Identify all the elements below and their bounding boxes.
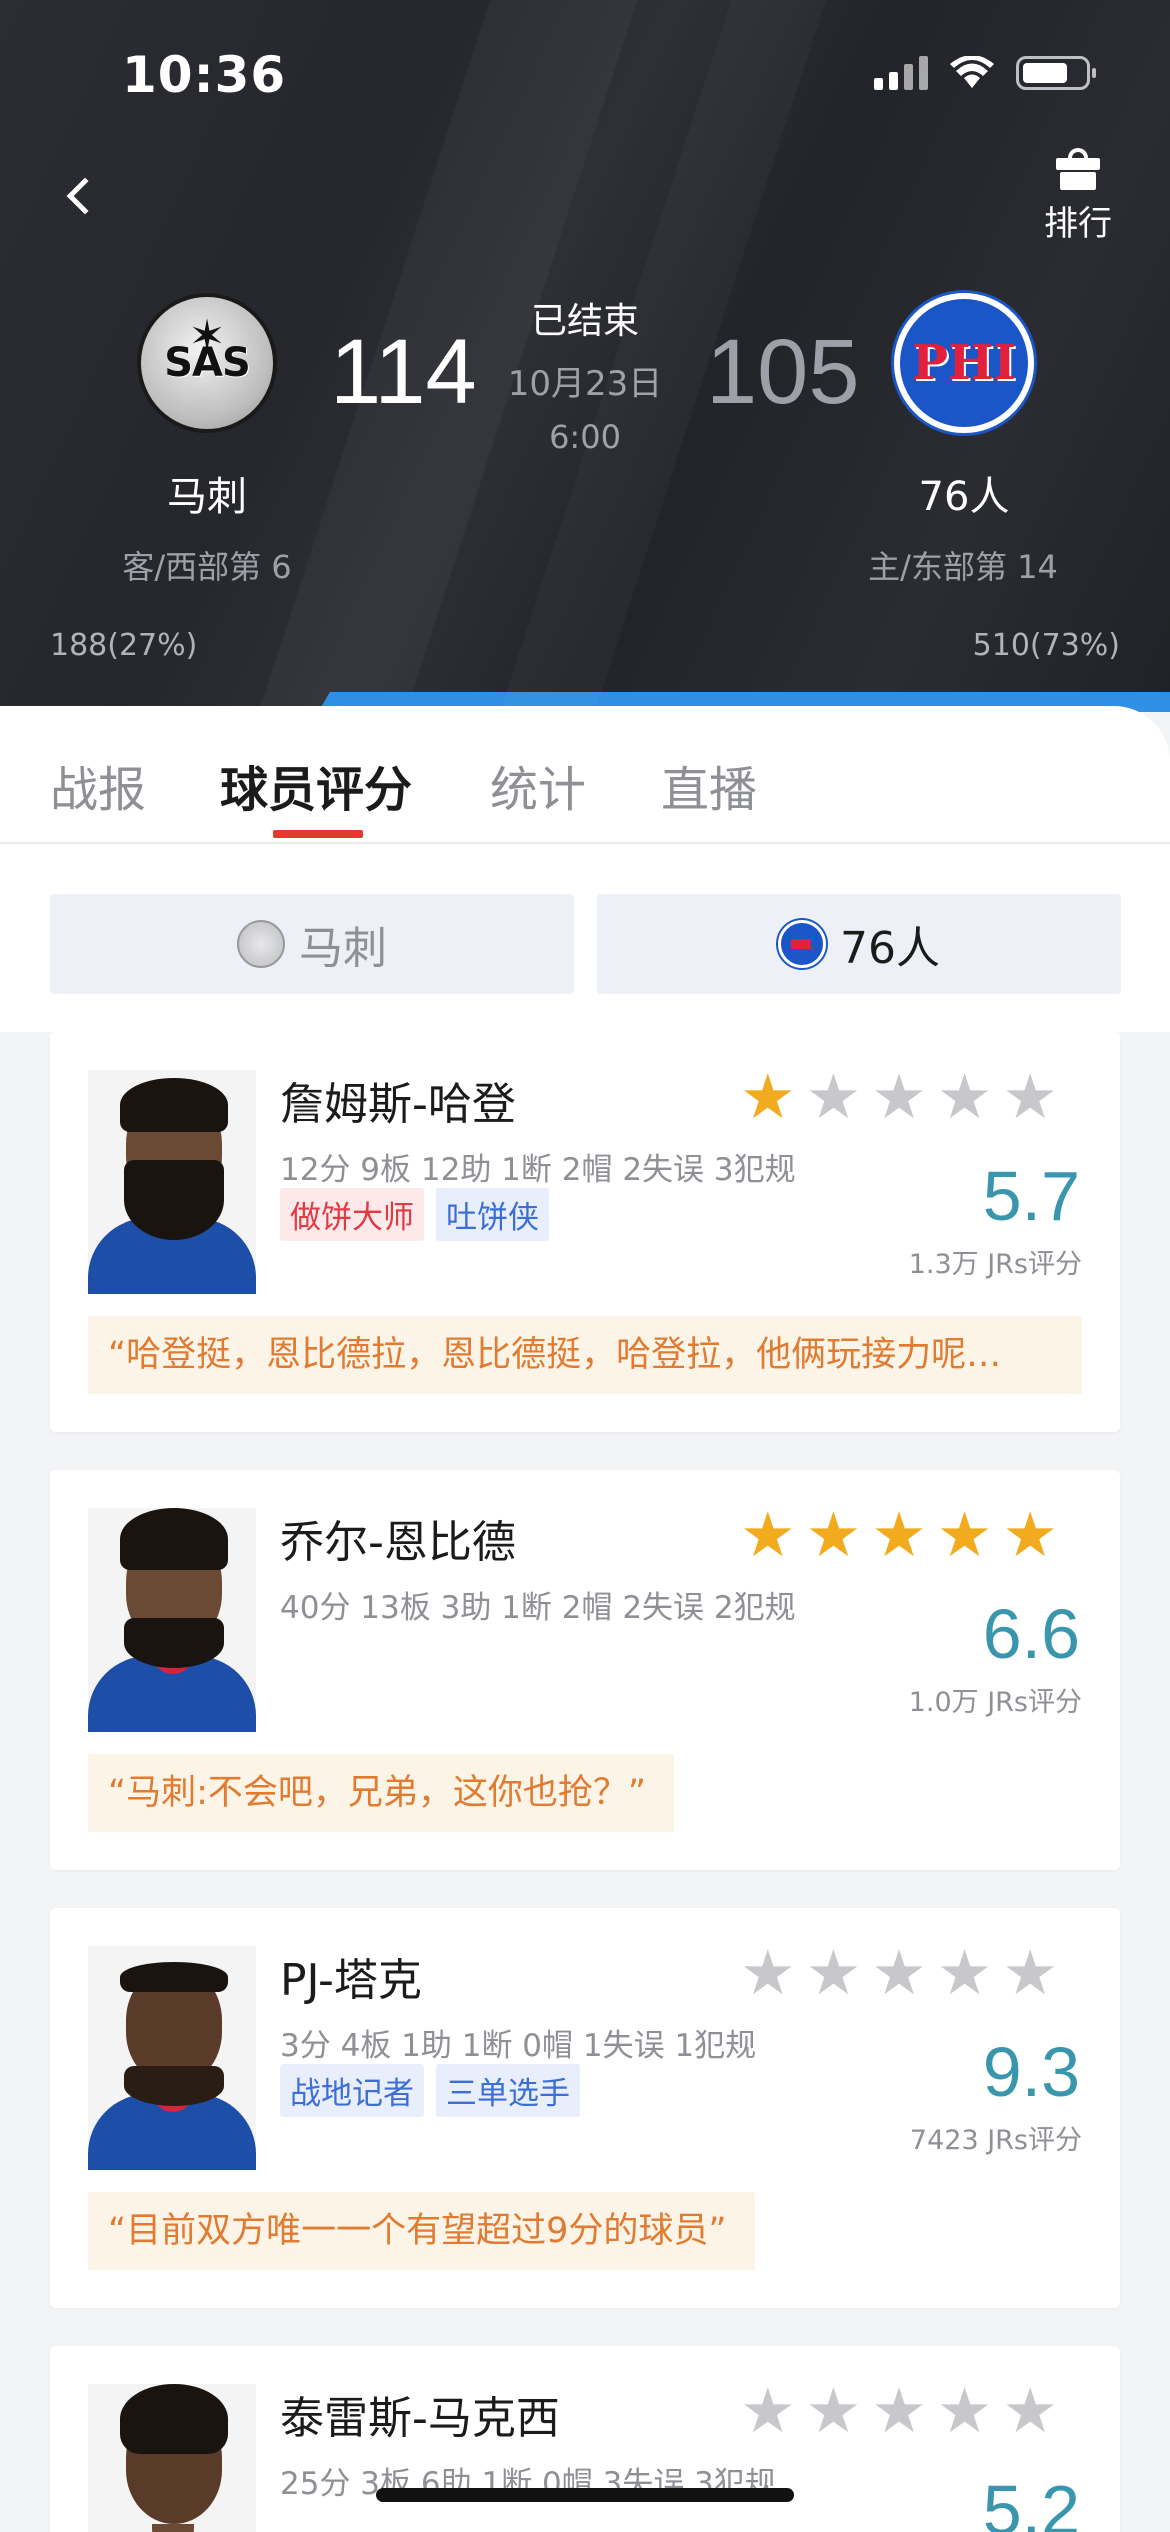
star-icon[interactable]: ★ [1002,1504,1058,1566]
player-tags: 做饼大师 吐饼侠 [280,1188,549,1241]
player-avatar [88,1070,256,1294]
player-card[interactable]: PJ-塔克 ★ ★ ★ ★ ★ 3分 4板 1助 1断 0帽 1失误 1犯规 战地记者 … [50,1908,1120,2308]
player-card[interactable]: 泰雷斯-马克西 ★ ★ ★ ★ ★ 25分 3板 6助 1断 0帽 3失误 3犯规 5.… [50,2346,1120,2532]
rating-count: 1.3万 JRs评分 [908,1249,1082,1280]
rank-button[interactable]: 排行 [1038,148,1118,245]
rating-count: 7423 JRs评分 [909,2125,1082,2156]
player-name: 詹姆斯-哈登 [280,1079,516,1130]
player-stats: 3分 4板 1助 1断 0帽 1失误 1犯规 [280,2028,757,2064]
player-rating: 6.6 [982,1595,1080,1673]
content-sheet: 战报 球员评分 统计 直播 马刺 76人 詹姆斯-哈登 ★ ★ ★ ★ ★ 12分 9板… [0,706,1170,2532]
spurs-logo[interactable]: ✶ SAS [137,293,277,433]
gift-icon [1056,148,1100,190]
star-icon[interactable]: ★ [871,1504,927,1566]
top-comment[interactable]: “目前双方唯一一个有望超过9分的球员” [88,2192,755,2270]
player-tag[interactable]: 三单选手 [436,2064,580,2117]
tab-live[interactable]: 直播 [661,750,757,820]
player-card[interactable]: 乔尔-恩比德 ★ ★ ★ ★ ★ 40分 13板 3助 1断 2帽 2失误 2犯规 6.… [50,1470,1120,1870]
game-time: 6:00 [549,418,621,456]
away-team-name: 76人 [918,474,1010,520]
player-tags: 战地记者 三单选手 [280,2064,580,2117]
away-team-rank: 主/东部第 14 [868,548,1058,586]
76ers-mini-logo [778,920,826,968]
star-icon[interactable]: ★ [871,1066,927,1128]
player-rating: 5.2 [982,2471,1080,2532]
home-vote: 188(27%) [50,628,198,663]
spurs-mini-logo [237,920,285,968]
star-icon[interactable]: ★ [937,1504,993,1566]
battery-icon [1016,56,1096,90]
player-tag[interactable]: 做饼大师 [280,1188,424,1241]
star-icon[interactable]: ★ [937,1066,993,1128]
player-tag[interactable]: 战地记者 [280,2064,424,2117]
rank-label: 排行 [1044,204,1112,244]
player-name: 泰雷斯-马克西 [280,2393,560,2444]
star-icon[interactable]: ★ [806,1066,862,1128]
rating-stars[interactable]: ★ ★ ★ ★ ★ [740,1504,1058,1566]
star-icon[interactable]: ★ [806,1942,862,2004]
game-date: 10月23日 [507,364,663,404]
star-icon[interactable]: ★ [740,1942,796,2004]
player-avatar [88,2384,256,2532]
chevron-left-icon [66,177,104,215]
rating-stars[interactable]: ★ ★ ★ ★ ★ [740,1066,1058,1128]
active-tab-indicator [273,830,363,838]
wifi-icon [950,56,994,88]
star-icon[interactable]: ★ [1002,2380,1058,2442]
rating-stars[interactable]: ★ ★ ★ ★ ★ [740,1942,1058,2004]
player-stats: 12分 9板 12助 1断 2帽 2失误 3犯规 [280,1152,796,1188]
top-comment[interactable]: “马刺:不会吧，兄弟，这你也抢？” [88,1754,675,1832]
home-team-rank: 客/西部第 6 [122,548,292,586]
tab-bar: 战报 球员评分 统计 直播 [0,706,1170,844]
player-rating: 5.7 [982,1157,1080,1235]
star-icon[interactable]: ★ [740,1066,796,1128]
player-avatar [88,1508,256,1732]
status-icons [874,56,1096,90]
star-icon[interactable]: ★ [806,2380,862,2442]
star-icon[interactable]: ★ [1002,1066,1058,1128]
star-icon[interactable]: ★ [937,2380,993,2442]
player-name: PJ-塔克 [280,1955,422,2006]
home-team-name: 马刺 [167,474,247,520]
game-header: 10:36 排行 ✶ SAS 114 已结束 10月23日 6:00 105 ★… [0,0,1170,712]
team-toggle-spurs[interactable]: 马刺 [50,894,574,994]
tab-stats[interactable]: 统计 [490,750,586,820]
star-icon[interactable]: ★ [1002,1942,1058,2004]
player-tag[interactable]: 吐饼侠 [436,1188,549,1241]
player-name: 乔尔-恩比德 [280,1517,516,1568]
star-icon[interactable]: ★ [740,1504,796,1566]
star-icon[interactable]: ★ [806,1504,862,1566]
player-card-list: 詹姆斯-哈登 ★ ★ ★ ★ ★ 12分 9板 12助 1断 2帽 2失误 3犯规 做饼… [0,1032,1170,2532]
away-score: 105 [706,321,860,423]
rating-stars[interactable]: ★ ★ ★ ★ ★ [740,2380,1058,2442]
away-vote: 510(73%) [972,628,1120,663]
star-icon[interactable]: ★ [740,2380,796,2442]
status-time: 10:36 [122,46,287,104]
star-icon[interactable]: ★ [871,1942,927,2004]
back-button[interactable] [52,168,108,224]
player-rating: 9.3 [982,2033,1080,2111]
signal-icon [874,56,928,90]
tab-report[interactable]: 战报 [50,750,146,820]
star-icon[interactable]: ★ [871,2380,927,2442]
home-indicator[interactable] [376,2488,794,2502]
76ers-logo[interactable]: ★ ★ ★ ★ PHI [894,293,1034,433]
player-avatar [88,1946,256,2170]
home-score: 114 [330,321,477,423]
star-icon[interactable]: ★ [937,1942,993,2004]
player-card[interactable]: 詹姆斯-哈登 ★ ★ ★ ★ ★ 12分 9板 12助 1断 2帽 2失误 3犯规 做饼… [50,1032,1120,1432]
team-toggle-76ers[interactable]: 76人 [597,894,1121,994]
top-comment[interactable]: “哈登挺，恩比德拉，恩比德挺，哈登拉，他俩玩接力呢… [88,1316,1082,1394]
player-stats: 40分 13板 3助 1断 2帽 2失误 2犯规 [280,1590,796,1626]
rating-count: 1.0万 JRs评分 [908,1687,1082,1718]
tab-player-ratings[interactable]: 球员评分 [220,750,412,820]
game-status: 已结束 [530,301,639,342]
